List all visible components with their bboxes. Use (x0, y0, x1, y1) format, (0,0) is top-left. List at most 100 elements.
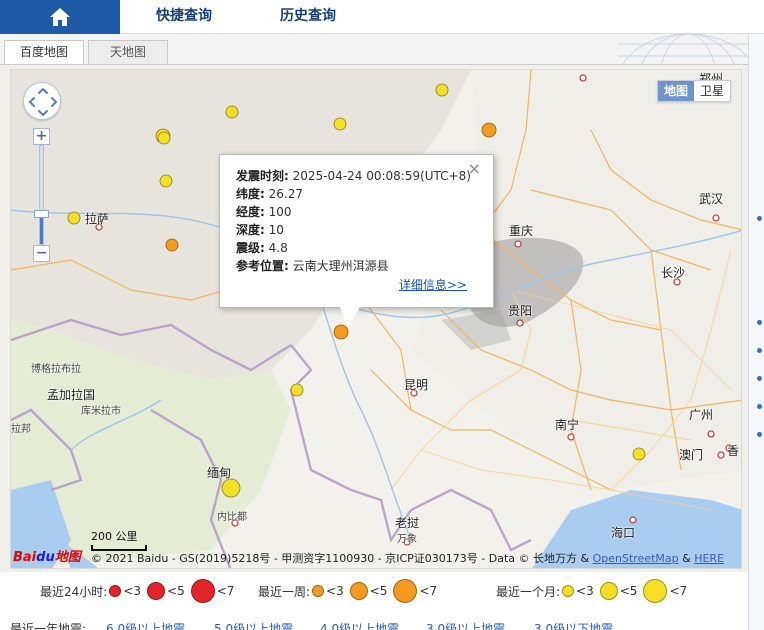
legend-dot-yellow-small (562, 585, 575, 597)
here-link[interactable]: HERE (694, 552, 724, 565)
copyright-amp: & (682, 552, 691, 565)
bullet-icon (757, 376, 762, 381)
map-zoom-control: + − (33, 128, 51, 262)
city-label: 万象 (397, 534, 417, 545)
zoom-in-button[interactable]: + (33, 128, 50, 145)
legend-size: <5 (167, 584, 185, 598)
city-label: 贵阳 (508, 304, 533, 318)
openstreetmap-link[interactable]: OpenStreetMap (593, 552, 679, 565)
bullet-icon (757, 216, 762, 221)
info-value: 100 (268, 205, 292, 219)
legend-dot-yellow-large (643, 579, 668, 603)
city-label: 重庆 (509, 224, 534, 238)
legend-size: <7 (216, 584, 235, 598)
info-row-location: 参考位置: 云南大理州洱源县 (236, 257, 471, 275)
yearly-link[interactable]: 5.0级以上地震 (214, 620, 293, 630)
home-button[interactable] (0, 0, 120, 34)
home-icon (50, 8, 70, 26)
city-label: 库米拉市 (81, 406, 121, 417)
info-label: 参考位置: (236, 259, 289, 273)
legend-label: 最近一个月: (496, 584, 561, 599)
legend-label: 最近24小时: (40, 584, 108, 599)
city-label: 南宁 (555, 418, 580, 432)
city-label: 拉邦 (11, 424, 31, 435)
logo-part: 地图 (54, 550, 81, 565)
yearly-link[interactable]: 3.0级以上地震 (426, 620, 505, 630)
detail-info-link[interactable]: 详细信息>> (399, 276, 467, 293)
city-label: 老挝 (395, 516, 420, 530)
city-label: 昆明 (404, 378, 429, 392)
info-row-time: 发震时刻: 2025-04-24 00:08:59(UTC+8) (236, 167, 471, 185)
city-label: 武汉 (699, 192, 724, 206)
yearly-link[interactable]: 6.0级以上地震 (106, 620, 185, 630)
globe-decoration (618, 34, 748, 64)
yearly-link[interactable]: 3.0级以下地震 (534, 620, 613, 630)
city-label: 长沙 (661, 266, 686, 280)
info-row-longitude: 经度: 100 (236, 203, 471, 221)
right-sidebar (748, 34, 764, 630)
legend-size: <7 (419, 584, 438, 598)
info-value: 10 (268, 223, 284, 237)
zoom-out-button[interactable]: − (33, 245, 50, 262)
zoom-slider[interactable] (34, 145, 49, 245)
pan-arrows-icon (28, 87, 58, 117)
info-row-depth: 深度: 10 (236, 221, 471, 239)
info-value: 2025-04-24 00:08:59(UTC+8) (292, 169, 471, 183)
map-tabs-bar: 百度地图 天地图 (0, 34, 748, 65)
map-type-satellite-button[interactable]: 卫星 (694, 81, 730, 101)
info-value: 4.8 (268, 241, 288, 255)
city-label: 内比都 (217, 512, 247, 523)
city-label: 博格拉布拉 (31, 364, 81, 375)
city-label: 广州 (689, 408, 714, 422)
legend-size: <7 (669, 584, 688, 598)
info-value: 26.27 (268, 187, 303, 201)
legend-label: 最近一周: (258, 584, 311, 599)
legend-size: <3 (326, 584, 344, 598)
legend-dot-orange-medium (349, 582, 368, 600)
city-label: 澳门 (679, 448, 704, 462)
nav-history-query[interactable]: 历史查询 (280, 0, 336, 34)
city-label: 缅甸 (207, 466, 232, 480)
legend-dot-red-medium (147, 582, 166, 600)
map-base (11, 70, 741, 568)
yearly-link[interactable]: 4.0级以上地震 (320, 620, 399, 630)
map-pan-control[interactable] (23, 82, 61, 120)
legend-size: <3 (123, 584, 142, 598)
zoom-slider-handle[interactable] (34, 210, 49, 218)
scale-label: 200 公里 (91, 530, 138, 543)
info-label: 纬度: (236, 187, 265, 201)
legend-size: <3 (576, 584, 594, 598)
tab-baidu-map[interactable]: 百度地图 (4, 40, 84, 65)
info-label: 经度: (236, 205, 265, 219)
info-label: 震级: (236, 241, 265, 255)
top-nav-bar: 快捷查询 历史查询 (0, 0, 764, 34)
earthquake-info-window: × 发震时刻: 2025-04-24 00:08:59(UTC+8) 纬度: 2… (219, 154, 494, 327)
legend-week: 最近一周: <3 <5 <7 (258, 578, 443, 604)
legend-size: <5 (619, 584, 638, 598)
legend-dot-red-small (109, 585, 122, 597)
yearly-quake-links: 最近一年地震: 6.0级以上地震 5.0级以上地震 4.0级以上地震 3.0级以… (0, 616, 748, 630)
info-value: 云南大理州洱源县 (292, 259, 389, 273)
city-label: 海口 (611, 526, 636, 540)
baidu-logo[interactable]: Baidu地图 (13, 546, 81, 565)
legend-dot-yellow-medium (599, 582, 618, 600)
info-window-pointer (340, 307, 360, 327)
yearly-label: 最近一年地震: (10, 622, 87, 630)
bullet-icon (757, 432, 762, 437)
city-label: 拉萨 (85, 212, 110, 226)
info-rows: 发震时刻: 2025-04-24 00:08:59(UTC+8) 纬度: 26.… (236, 167, 471, 275)
map-canvas[interactable]: 郑州 武汉 拉萨 重庆 长沙 贵阳 博格拉布拉 孟加拉国 库米拉市 昆明 南宁 … (10, 69, 742, 569)
legend-24h: 最近24小时: <3 <5 <7 (40, 578, 240, 604)
tab-tianditu[interactable]: 天地图 (88, 40, 168, 64)
nav-quick-query[interactable]: 快捷查询 (156, 0, 212, 34)
info-row-latitude: 纬度: 26.27 (236, 185, 471, 203)
bullet-icon (757, 348, 762, 353)
map-type-switch: 地图 卫星 (656, 80, 731, 102)
legend-dot-red-large (190, 579, 215, 603)
copyright-text: © 2021 Baidu - GS(2019)5218号 - 甲测资字11009… (91, 552, 590, 565)
city-label: 香 (727, 444, 740, 458)
legend-month: 最近一个月: <3 <5 <7 (496, 578, 693, 604)
map-type-map-button[interactable]: 地图 (657, 81, 694, 101)
magnitude-legend: 最近24小时: <3 <5 <7 最近一周: <3 <5 <7 最近一个月: <… (0, 572, 748, 610)
bullet-icon (757, 404, 762, 409)
